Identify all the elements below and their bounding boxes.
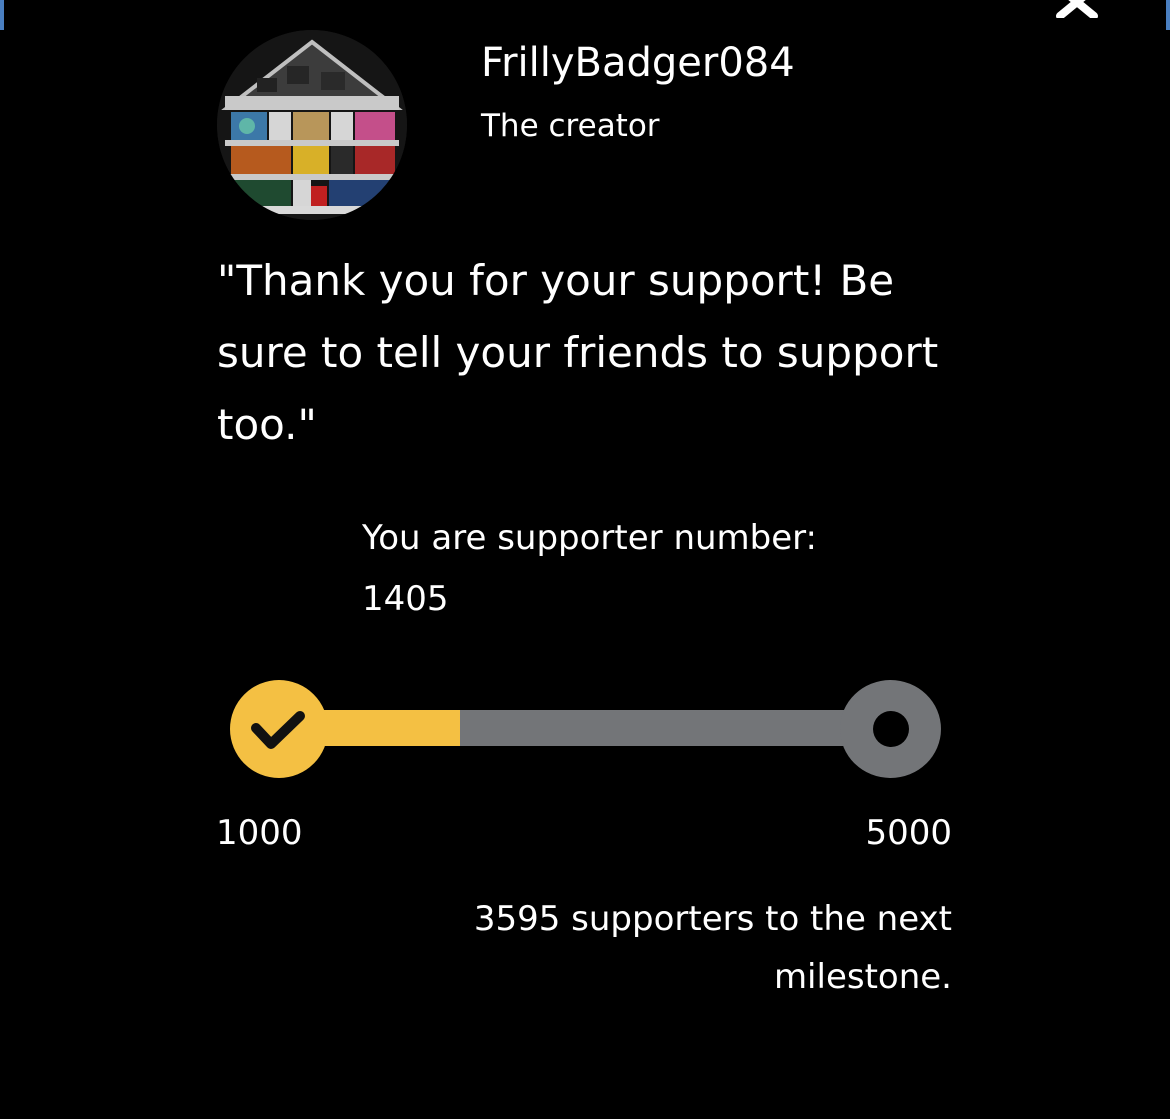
creator-role: The creator bbox=[481, 108, 660, 144]
supporter-number: 1405 bbox=[362, 579, 449, 619]
milestone-start-label: 1000 bbox=[216, 813, 303, 853]
supporter-number-label: You are supporter number: bbox=[362, 518, 817, 558]
thank-you-message: "Thank you for your support! Be sure to … bbox=[217, 256, 939, 449]
milestone-progress-bar bbox=[320, 710, 860, 746]
milestone-start-marker bbox=[230, 680, 328, 778]
creator-avatar bbox=[217, 30, 407, 220]
house-image bbox=[217, 30, 407, 220]
target-dot-icon bbox=[873, 711, 909, 747]
check-icon bbox=[251, 711, 305, 749]
left-edge-accent bbox=[0, 0, 4, 30]
creator-name: FrillyBadger084 bbox=[481, 40, 795, 86]
right-edge-accent bbox=[1166, 0, 1170, 30]
close-button[interactable] bbox=[1050, 0, 1106, 20]
close-icon bbox=[1056, 0, 1098, 20]
milestone-progress-fill bbox=[320, 710, 461, 746]
supporters-remaining-text: 3595 supporters to the next milestone. bbox=[473, 899, 952, 997]
milestone-end-label: 5000 bbox=[865, 813, 952, 853]
milestone-end-marker bbox=[840, 680, 941, 778]
